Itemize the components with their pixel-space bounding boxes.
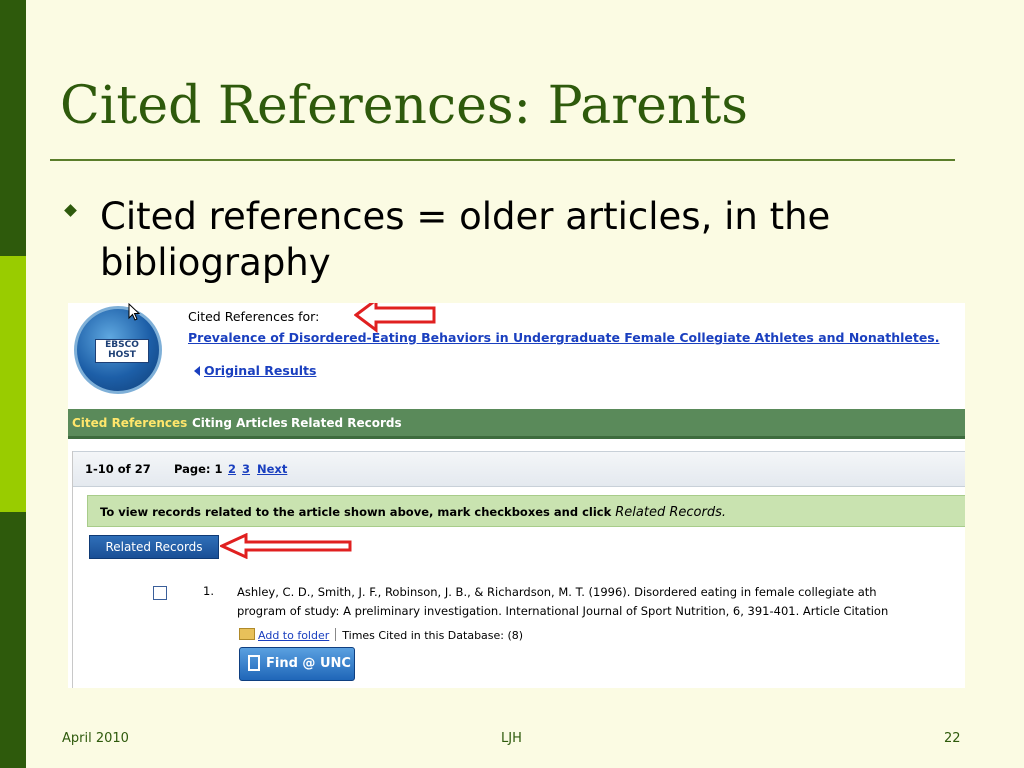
footer-page-number: 22 [944, 731, 961, 746]
bullet-text: Cited references = older articles, in th… [100, 195, 831, 284]
record-actions: Add to folder Times Cited in this Databas… [239, 628, 523, 642]
instruction-text: To view records related to the article s… [100, 505, 726, 520]
bullet-item: Cited references = older articles, in th… [64, 194, 946, 286]
tab-bar: Cited References Citing Articles Related… [68, 409, 965, 439]
ebsco-logo-text: EBSCO HOST [95, 339, 149, 363]
find-at-unc-button[interactable]: Find @ UNC [239, 647, 355, 681]
side-decoration-accent [0, 256, 26, 512]
article-title-link[interactable]: Prevalence of Disordered-Eating Behavior… [188, 330, 940, 345]
original-results-link[interactable]: Original Results [194, 363, 316, 378]
page-3-link[interactable]: 3 [242, 462, 250, 476]
next-page-link[interactable]: Next [257, 462, 287, 476]
red-arrow-icon [354, 303, 436, 333]
record-number: 1. [203, 584, 214, 598]
results-panel: 1-10 of 27 Page: 1 2 3 Next To view reco… [72, 451, 965, 688]
citation-line-1: Ashley, C. D., Smith, J. F., Robinson, J… [237, 585, 877, 599]
times-cited-text: Times Cited in this Database: (8) [342, 629, 524, 642]
add-to-folder-link[interactable]: Add to folder [258, 629, 329, 642]
side-decoration-bar [0, 0, 26, 768]
ebsco-logo[interactable]: EBSCO HOST [74, 306, 162, 394]
footer-author: LJH [501, 731, 522, 746]
title-divider [50, 159, 955, 161]
footer-date: April 2010 [62, 731, 129, 746]
tab-citing-articles[interactable]: Citing Articles [192, 416, 288, 430]
cited-references-label: Cited References for: [188, 309, 320, 324]
related-records-button[interactable]: Related Records [89, 535, 219, 559]
page-2-link[interactable]: 2 [228, 462, 236, 476]
mouse-cursor-icon [128, 303, 141, 321]
result-count: 1-10 of 27 [85, 462, 151, 476]
record-citation: Ashley, C. D., Smith, J. F., Robinson, J… [237, 583, 965, 621]
back-arrow-icon [194, 366, 200, 376]
slide-title: Cited References: Parents [60, 76, 748, 136]
folder-icon [239, 628, 255, 640]
tab-related-records[interactable]: Related Records [291, 416, 402, 430]
citation-line-2: program of study: A preliminary investig… [237, 604, 889, 618]
red-arrow-icon [220, 533, 352, 559]
instruction-italic: Related Records. [615, 505, 726, 520]
tab-cited-references[interactable]: Cited References [72, 416, 187, 430]
record-checkbox[interactable] [153, 586, 167, 600]
ebsco-screenshot: EBSCO HOST Cited References for: Prevale… [68, 303, 965, 688]
instruction-bar: To view records related to the article s… [87, 495, 965, 527]
diamond-bullet-icon [64, 204, 77, 217]
document-icon [248, 655, 260, 671]
pager-bar: 1-10 of 27 Page: 1 2 3 Next [73, 451, 965, 487]
page-label: Page: 1 [174, 462, 223, 476]
separator [335, 628, 337, 641]
